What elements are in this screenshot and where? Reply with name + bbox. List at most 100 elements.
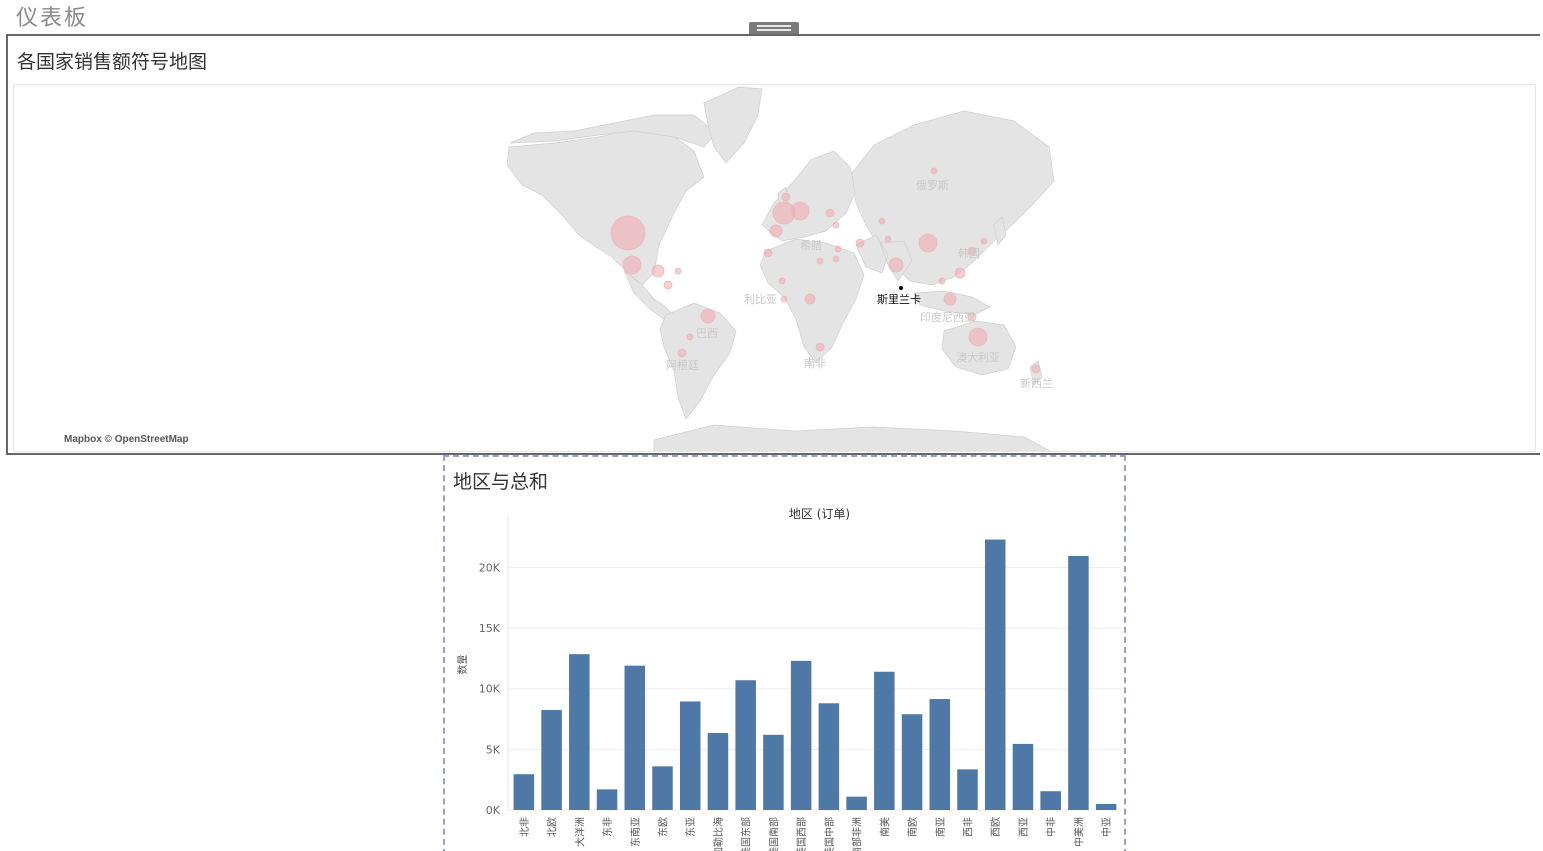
north-america-shape [506,128,705,286]
bar[interactable] [929,699,951,810]
sales-circle [930,167,938,175]
dashboard-title: 仪表板 [16,6,89,31]
sales-circle [781,192,791,202]
sales-circle [834,245,842,253]
sales-circle [790,201,810,221]
sales-circle [663,280,673,290]
x-tick-label: 东南亚 [629,817,642,847]
sales-circle [943,292,957,306]
bar[interactable] [735,680,756,810]
map-panel-title: 各国家销售额符号地图 [17,51,208,73]
sales-circle [778,277,786,285]
map-panel[interactable]: 各国家销售额符号地图 俄罗斯 希腊 韩国 利比亚 印度尼西亚 巴西 阿根廷 南非… [6,34,1540,455]
sales-circle [832,221,840,229]
map-label-korea: 韩国 [958,246,980,260]
y-tick-label: 0K [486,804,501,817]
x-tick-label: 东欧 [657,817,670,837]
sales-circle [888,257,904,273]
x-tick-label: 南欧 [906,817,919,837]
bar[interactable] [679,701,701,810]
x-tick-label: 西欧 [990,817,1002,837]
sales-circle [622,255,642,275]
y-tick-label: 5K [486,743,501,756]
map-label-brazil: 巴西 [696,327,718,340]
sales-circle [825,208,835,218]
greenland-shape [703,86,763,164]
drag-handle-grip [757,25,791,27]
sales-circle [763,248,773,258]
x-tick-label: 中非 [1045,817,1058,837]
x-tick-label: 东亚 [684,817,697,837]
bar[interactable] [1012,743,1034,810]
x-tick-label: 美国东部 [740,817,753,851]
bar[interactable] [818,703,840,810]
bar[interactable] [1040,791,1061,810]
x-tick-label: 西非 [963,817,975,837]
sales-circle [686,333,694,341]
sales-circle [700,308,716,324]
sri-lanka-marker[interactable] [898,285,904,291]
bar[interactable] [624,665,646,810]
bar[interactable] [1095,803,1117,810]
sales-circle [938,277,946,285]
bar[interactable] [513,774,535,810]
bar[interactable] [707,732,729,810]
bar[interactable] [984,539,1006,810]
map-attribution[interactable]: Mapbox © OpenStreetMap [64,434,189,445]
map-label-libya: 利比亚 [744,293,777,306]
symbol-map[interactable]: 俄罗斯 希腊 韩国 利比亚 印度尼西亚 巴西 阿根廷 南非 澳大利亚 新西兰 斯… [13,84,1536,452]
y-tick-label: 10K [479,683,501,696]
sales-circle [954,267,966,279]
x-tick-label: 西亚 [1019,817,1030,837]
sales-circle [677,348,687,358]
sales-circle [855,238,865,248]
y-axis-label: 数量 [456,655,469,675]
map-label-south-africa: 南非 [804,357,826,370]
map-label-argentina: 阿根廷 [666,358,699,372]
bar-chart-panel[interactable]: 地区与总和 地区 (订单) 0K 5K 10K 15K 20K 数量 北非 北欧 大洋洲 东非 东南亚… [443,455,1126,851]
sales-circle [780,295,788,303]
central-america-shape [623,270,675,322]
drag-handle-grip [757,29,791,31]
sales-circle [674,267,682,275]
land-shapes [506,86,1055,451]
x-tick-label: 北欧 [547,817,559,837]
x-tick-label: 美国中部 [823,817,836,851]
y-tick-label: 20K [479,561,501,574]
bar[interactable] [763,734,784,810]
y-tick-label: 15K [479,622,501,635]
bar[interactable] [596,789,618,810]
x-tick-label: 南亚 [934,817,947,837]
map-label-new-zealand: 新西兰 [1020,376,1053,390]
antarctica-shape [653,424,1051,451]
bar[interactable] [874,671,895,810]
sales-circle [1031,364,1041,374]
bar[interactable] [790,660,812,810]
chart-title: 地区 (订单) [789,507,850,521]
sales-circle [804,293,816,305]
bar[interactable] [846,796,867,810]
x-tick-label: 南部非洲 [851,817,864,851]
bar[interactable] [901,714,923,810]
sri-lanka-label: 斯里兰卡 [877,293,921,306]
sales-circle [832,255,840,263]
x-tick-label: 美国南部 [767,817,780,851]
sales-circle [769,224,783,238]
map-label-australia: 澳大利亚 [956,350,1000,364]
sales-circle [610,215,646,251]
bar[interactable] [541,709,562,810]
bar[interactable] [1068,555,1089,810]
sales-circle [878,217,886,225]
world-map[interactable]: 俄罗斯 希腊 韩国 利比亚 印度尼西亚 巴西 阿根廷 南非 澳大利亚 新西兰 斯… [14,85,1536,452]
sales-circle [980,237,988,245]
sales-circle [815,342,825,352]
sales-circle [816,257,824,265]
x-tick-label: 东非 [601,817,614,837]
bar[interactable] [957,769,978,810]
bar-chart[interactable]: 地区 (订单) 0K 5K 10K 15K 20K 数量北非 北欧 大洋洲 东非 东南亚 东欧 东亚 加勒… [445,457,1124,851]
bar[interactable] [569,654,590,810]
sales-circle [968,327,988,347]
x-tick-label: 南美 [878,817,891,837]
bar[interactable] [652,766,673,810]
sales-circle [884,235,892,243]
